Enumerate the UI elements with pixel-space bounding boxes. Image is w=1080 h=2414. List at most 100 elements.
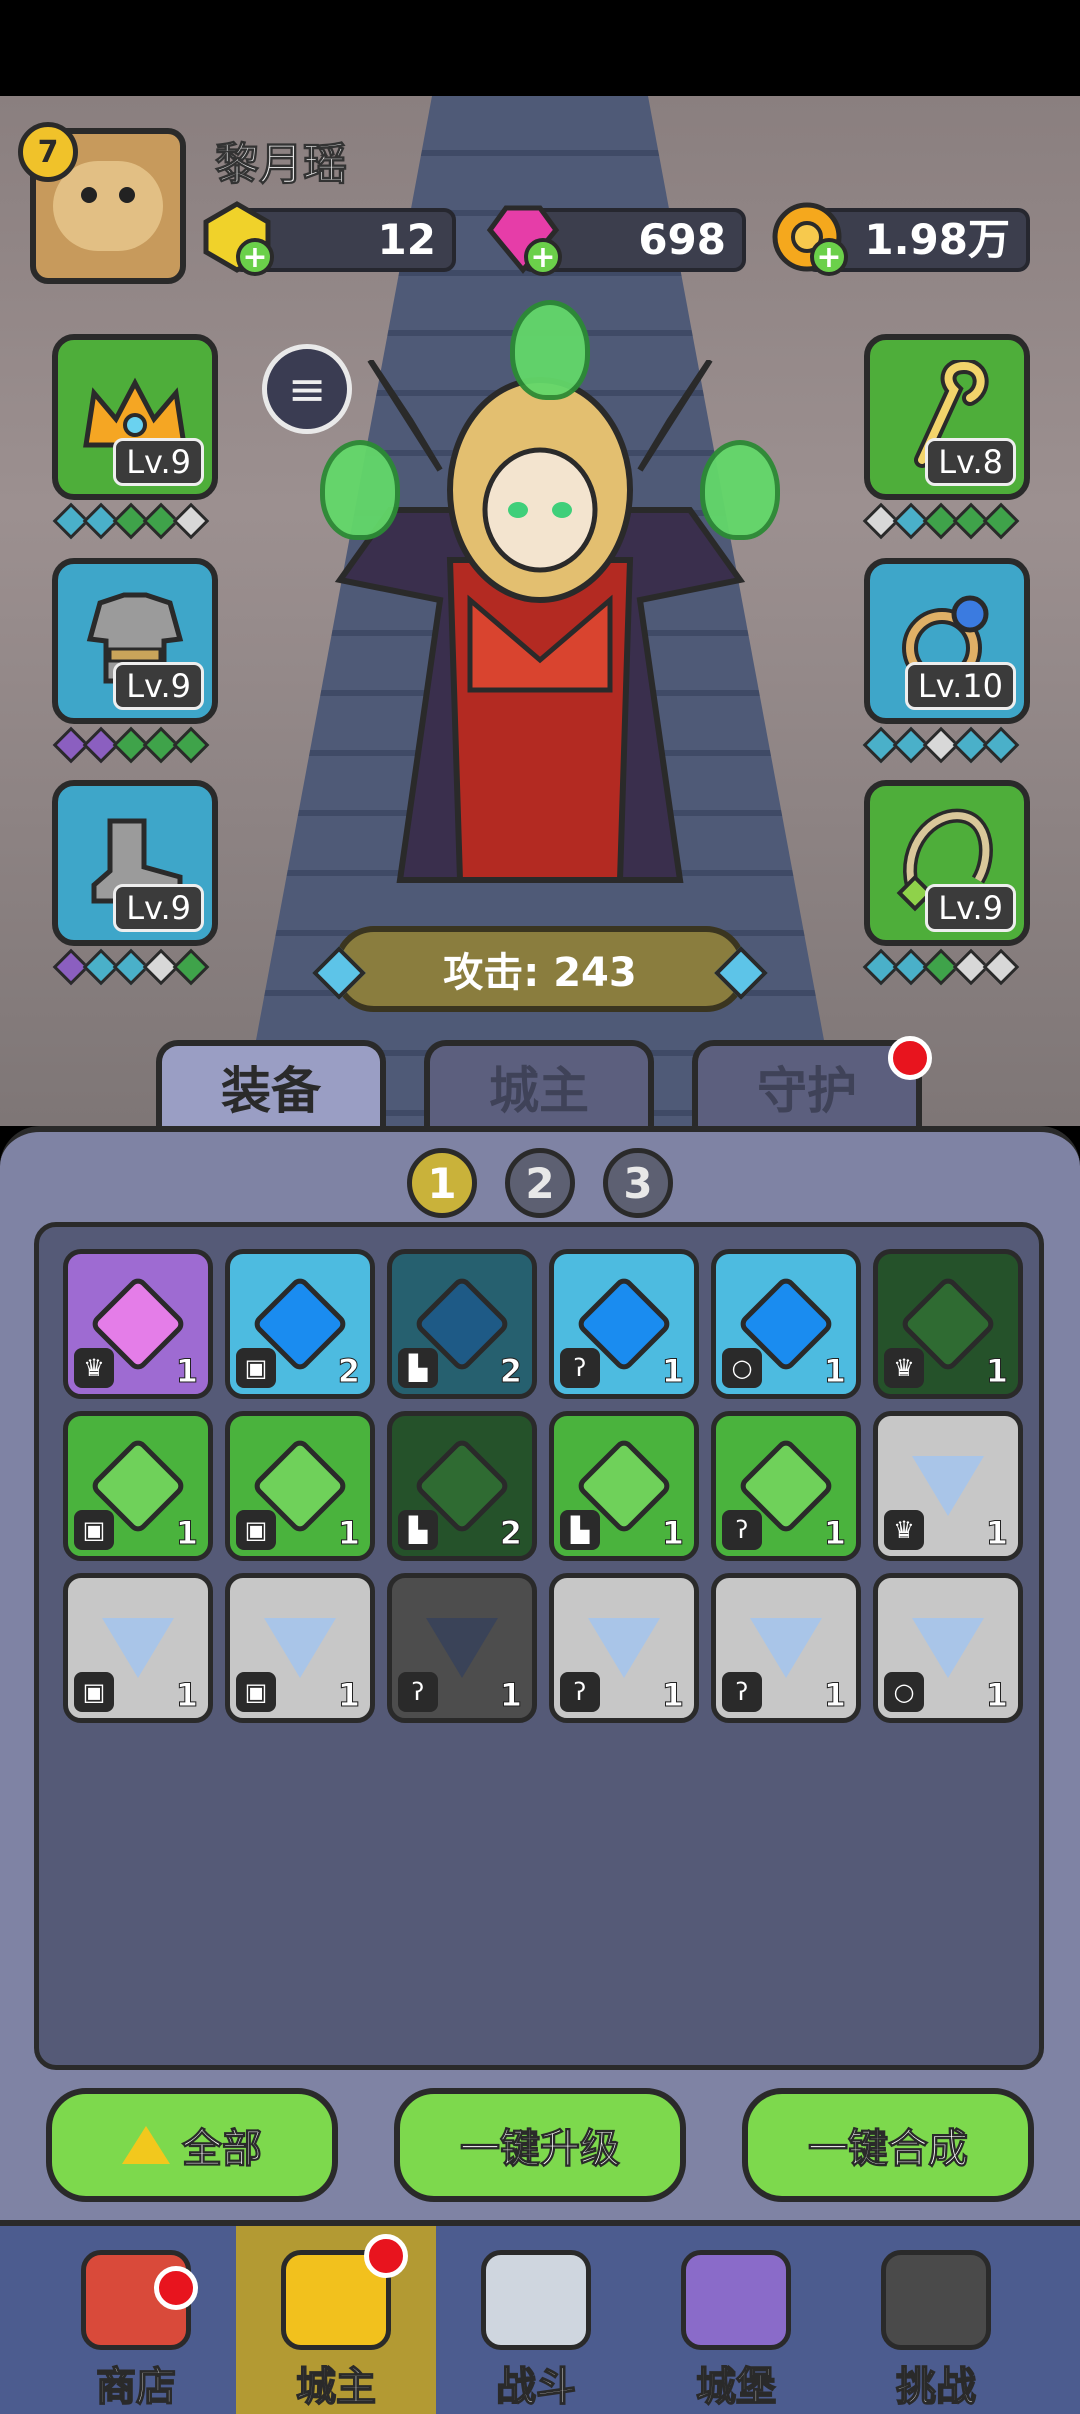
- item-count: 1: [175, 1352, 198, 1391]
- nav-castle[interactable]: 城堡: [636, 2226, 836, 2414]
- gem-icon: [102, 1618, 174, 1678]
- gem-icon: [750, 1618, 822, 1678]
- item-count: 2: [499, 1352, 522, 1391]
- gem-icon: [426, 1618, 498, 1678]
- staff-type-icon: ʔ: [560, 1672, 600, 1712]
- filter-icon: [122, 2126, 170, 2164]
- page-button-3[interactable]: 3: [603, 1148, 673, 1218]
- add-pink-gem-button[interactable]: +: [524, 238, 562, 276]
- item-count: 1: [985, 1352, 1008, 1391]
- equipment-slot-staff[interactable]: Lv.8: [864, 334, 1030, 500]
- gem-icon: [264, 1618, 336, 1678]
- one-click-upgrade-button[interactable]: 一键升级: [394, 2088, 686, 2202]
- inventory-item[interactable]: ○ 1: [873, 1573, 1023, 1723]
- add-gold-coin-button[interactable]: +: [810, 238, 848, 276]
- tab-equipment[interactable]: 装备: [156, 1040, 386, 1140]
- gem-dot: [172, 502, 210, 540]
- gem-dot: [172, 726, 210, 764]
- item-count: 2: [499, 1514, 522, 1553]
- item-count: 1: [823, 1514, 846, 1553]
- ring-gem-slots: [862, 726, 1020, 764]
- item-count: 1: [175, 1514, 198, 1553]
- item-count: 1: [337, 1676, 360, 1715]
- equipment-level: Lv.9: [113, 662, 204, 710]
- item-count: 1: [661, 1676, 684, 1715]
- inventory-item[interactable]: ♛ 1: [63, 1249, 213, 1399]
- crossed-swords-icon: [481, 2250, 591, 2350]
- inventory-item[interactable]: ʔ1: [549, 1249, 699, 1399]
- inventory-item[interactable]: ʔ1: [711, 1573, 861, 1723]
- inventory-item[interactable]: ▣ 1: [225, 1411, 375, 1561]
- nav-label: 城堡: [695, 2363, 777, 2411]
- item-count: 1: [175, 1676, 198, 1715]
- equipment-slot-armor[interactable]: Lv.9: [52, 558, 218, 724]
- page-button-2[interactable]: 2: [505, 1148, 575, 1218]
- nav-label: 挑战: [895, 2363, 977, 2411]
- ring-type-icon: ○: [884, 1672, 924, 1712]
- inventory-item[interactable]: ♛ 1: [873, 1411, 1023, 1561]
- player-name: 黎月瑶: [215, 139, 348, 191]
- inventory-grid: ♛ 1 ▣ 2 ▙ 2 ʔ 1 ○ 1 ♛ 1 ▣ 1 ▣ 1 ▙ 2 ▙ 1 ʔ 1 ♛ 1 ▣ 1 ▣ 1 ʔ 1 ʔ 1 ʔ 1 ○ 1: [34, 1222, 1044, 2070]
- item-count: 1: [823, 1676, 846, 1715]
- gem-icon: [588, 1618, 660, 1678]
- nav-label: 城主: [295, 2363, 377, 2411]
- inventory-item[interactable]: ʔ1: [549, 1573, 699, 1723]
- equipment-slot-ring[interactable]: Lv.10: [864, 558, 1030, 724]
- inventory-item[interactable]: ▣ 1: [63, 1411, 213, 1561]
- item-count: 1: [661, 1514, 684, 1553]
- add-yellow-gem-button[interactable]: +: [236, 238, 274, 276]
- inventory-item[interactable]: ʔ1: [711, 1411, 861, 1561]
- inventory-item[interactable]: ○ 1: [711, 1249, 861, 1399]
- player-level-badge: 7: [18, 122, 78, 182]
- gem-dot: [982, 726, 1020, 764]
- boot-type-icon: ▙: [560, 1510, 600, 1550]
- hero-character: [320, 300, 780, 920]
- inventory-item[interactable]: ʔ1: [387, 1573, 537, 1723]
- nav-shop[interactable]: 商店: [36, 2226, 236, 2414]
- crown-type-icon: ♛: [884, 1348, 924, 1388]
- boots-gem-slots: [52, 948, 210, 986]
- inventory-item[interactable]: ▙ 2: [387, 1249, 537, 1399]
- nav-challenge[interactable]: 挑战: [836, 2226, 1036, 2414]
- armor-type-icon: ▣: [74, 1510, 114, 1550]
- nav-label: 商店: [95, 2363, 177, 2411]
- demon-icon: [881, 2250, 991, 2350]
- attack-stat-bar: 攻击: 243: [334, 926, 746, 1012]
- tab-lord[interactable]: 城主: [424, 1040, 654, 1140]
- green-flame-icon: [510, 300, 590, 400]
- bottom-nav: 商店 城主 战斗 城堡 挑战: [0, 2220, 1080, 2414]
- item-count: 1: [661, 1352, 684, 1391]
- staff-type-icon: ʔ: [722, 1672, 762, 1712]
- gem-icon: [912, 1456, 984, 1516]
- nav-battle[interactable]: 战斗: [436, 2226, 636, 2414]
- staff-type-icon: ʔ: [398, 1672, 438, 1712]
- necklace-gem-slots: [862, 948, 1020, 986]
- green-flame-icon: [320, 440, 400, 540]
- gem-icon: [912, 1618, 984, 1678]
- equipment-slot-boots[interactable]: Lv.9: [52, 780, 218, 946]
- shop-notification-dot: [154, 2266, 198, 2310]
- item-count: 1: [985, 1514, 1008, 1553]
- equipment-level: Lv.10: [904, 662, 1016, 710]
- staff-gem-slots: [862, 502, 1020, 540]
- page-button-1[interactable]: 1: [407, 1148, 477, 1218]
- filter-all-button[interactable]: 全部: [46, 2088, 338, 2202]
- armor-type-icon: ▣: [236, 1672, 276, 1712]
- inventory-item[interactable]: ♛ 1: [873, 1249, 1023, 1399]
- inventory-item[interactable]: ▣ 1: [225, 1573, 375, 1723]
- inventory-item[interactable]: ▙ 1: [549, 1411, 699, 1561]
- boot-type-icon: ▙: [398, 1348, 438, 1388]
- inventory-item[interactable]: ▙ 2: [387, 1411, 537, 1561]
- avatar-face-icon: [53, 161, 163, 251]
- armor-gem-slots: [52, 726, 210, 764]
- crown-type-icon: ♛: [74, 1348, 114, 1388]
- crown-type-icon: ♛: [884, 1510, 924, 1550]
- inventory-item[interactable]: ▣ 2: [225, 1249, 375, 1399]
- item-count: 2: [337, 1352, 360, 1391]
- castle-icon: [681, 2250, 791, 2350]
- equipment-slot-crown[interactable]: Lv.9: [52, 334, 218, 500]
- equipment-level: Lv.9: [113, 884, 204, 932]
- inventory-item[interactable]: ▣ 1: [63, 1573, 213, 1723]
- one-click-merge-button[interactable]: 一键合成: [742, 2088, 1034, 2202]
- equipment-slot-necklace[interactable]: Lv.9: [864, 780, 1030, 946]
